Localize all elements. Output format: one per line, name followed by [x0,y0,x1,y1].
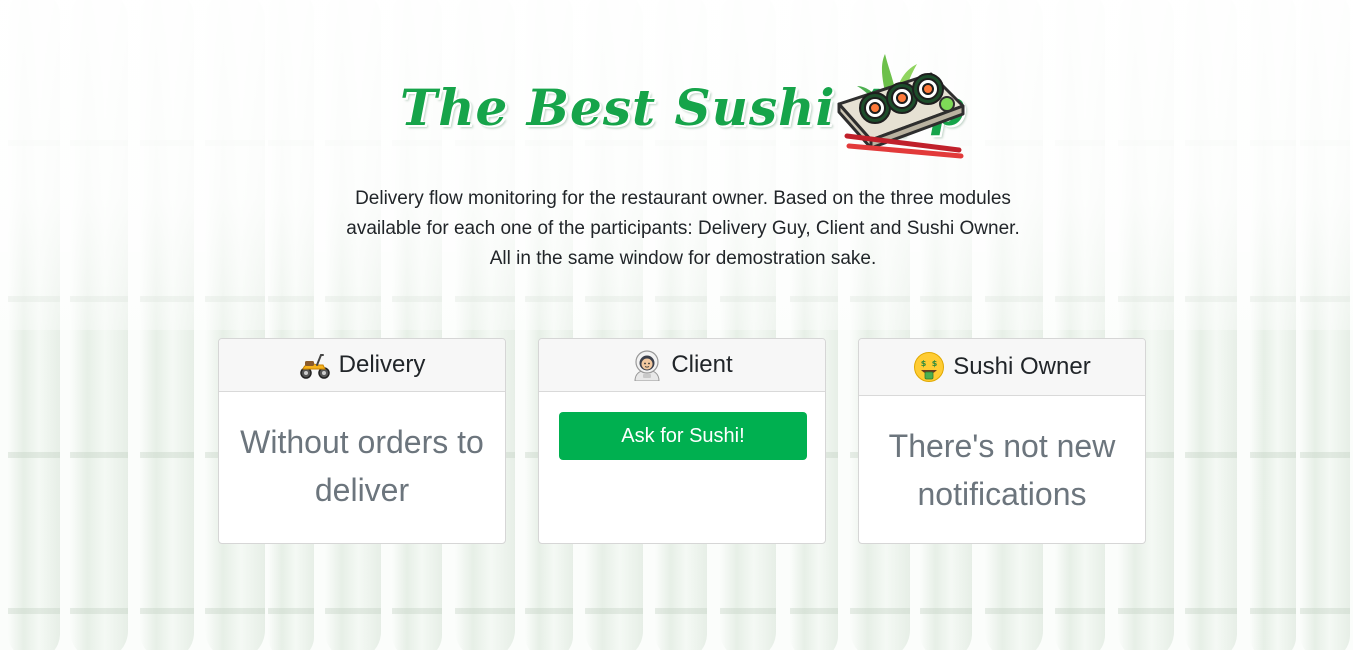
client-card-body: Ask for Sushi! [539,392,825,480]
app-description: Delivery flow monitoring for the restaur… [346,188,1020,269]
client-card: Client Ask for Sushi! [538,338,826,544]
app-header: The Best Sushi App [0,52,1353,172]
owner-card: $ $ Sushi Owner There's not new notifica… [858,338,1146,544]
delivery-card-header: Delivery [219,339,505,392]
owner-card-header: $ $ Sushi Owner [859,339,1145,396]
owner-card-body: There's not new notifications [859,396,1145,538]
client-card-header: Client [539,339,825,392]
svg-text:$: $ [932,359,938,368]
owner-notifications-message: There's not new notifications [888,428,1116,512]
scooter-icon [299,354,330,379]
delivery-card-title: Delivery [338,351,426,378]
owner-card-title: Sushi Owner [953,353,1091,380]
client-card-title: Client [671,351,733,378]
money-mouth-face-icon: $ $ [914,352,945,382]
sushi-plate-icon [837,54,965,159]
ask-for-sushi-button[interactable]: Ask for Sushi! [559,412,807,460]
svg-text:$: $ [921,359,927,368]
astronaut-icon [634,350,660,381]
delivery-card-body: Without orders to deliver [219,392,505,534]
delivery-status-message: Without orders to deliver [240,424,484,508]
delivery-card: Delivery Without orders to deliver [218,338,506,544]
